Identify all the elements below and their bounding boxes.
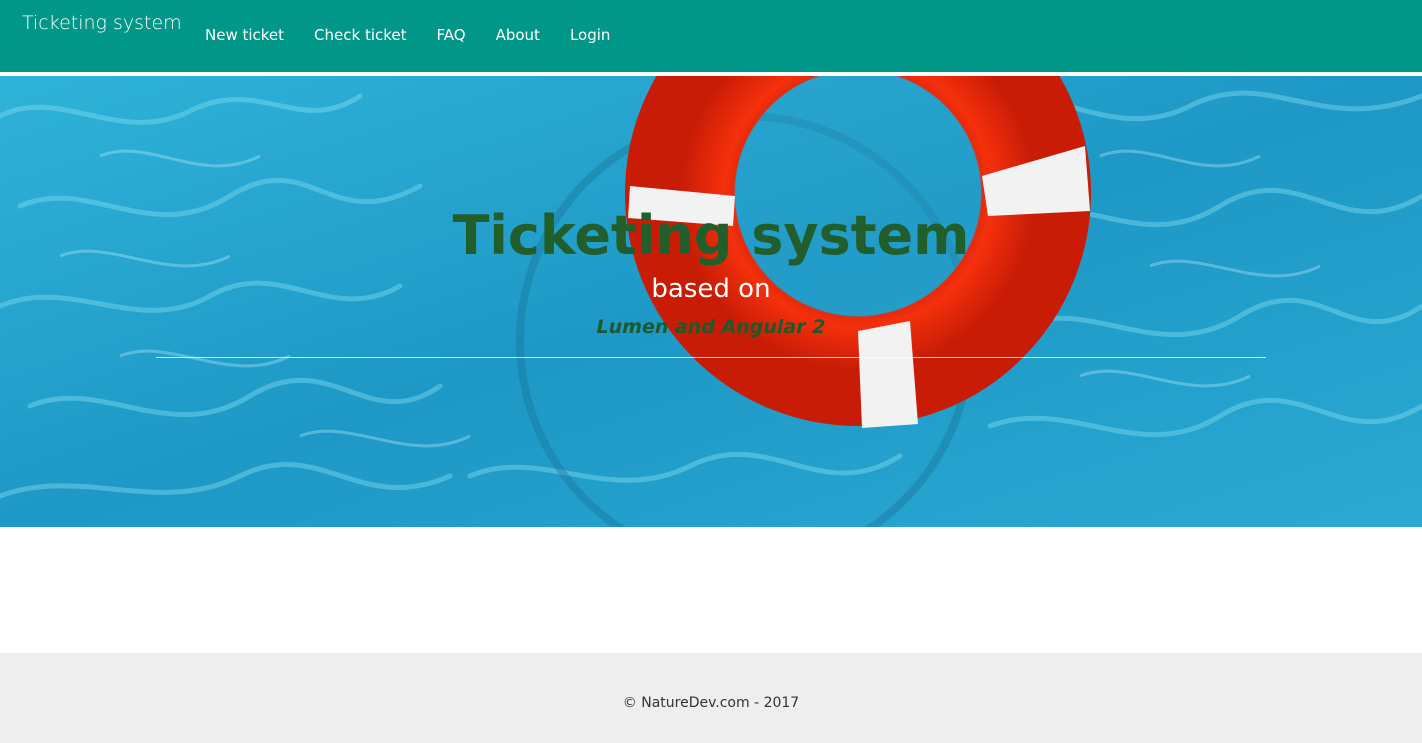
nav-link-faq[interactable]: FAQ [422, 26, 481, 44]
footer-copyright: © NatureDev.com - 2017 [622, 695, 800, 711]
nav-link-about[interactable]: About [481, 26, 555, 44]
brand-link[interactable]: Ticketing system [22, 12, 182, 34]
nav-menu: New ticket Check ticket FAQ About Login [190, 26, 625, 44]
hero-banner: Ticketing system based on Lumen and Angu… [0, 76, 1422, 527]
hero-divider [156, 357, 1266, 358]
hero-tech-stack: Lumen and Angular 2 [596, 316, 826, 338]
nav-link-check-ticket[interactable]: Check ticket [299, 26, 421, 44]
nav-link-new-ticket[interactable]: New ticket [190, 26, 299, 44]
top-navbar: Ticketing system New ticket Check ticket… [0, 0, 1422, 72]
hero-subtitle: based on [651, 274, 771, 304]
nav-link-login[interactable]: Login [555, 26, 625, 44]
hero-title: Ticketing system [452, 204, 970, 267]
page-footer: © NatureDev.com - 2017 [0, 653, 1422, 743]
